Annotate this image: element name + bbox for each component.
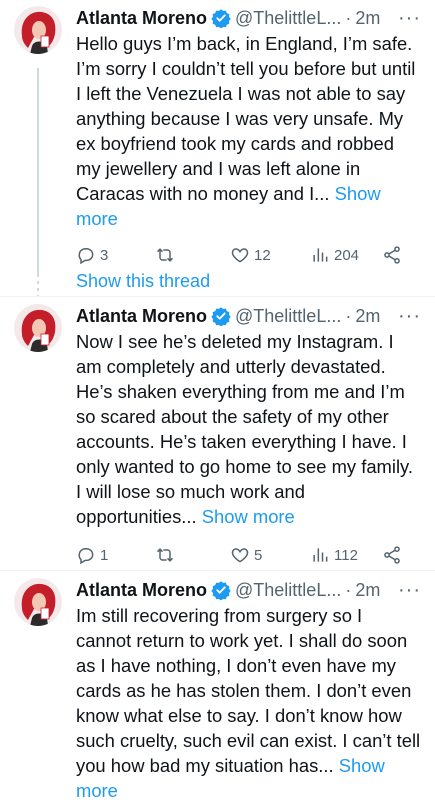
author-name[interactable]: Atlanta Moreno xyxy=(76,6,207,30)
avatar[interactable] xyxy=(14,304,62,352)
like-button[interactable]: 5 xyxy=(230,545,310,565)
more-options-icon[interactable]: ··· xyxy=(398,580,421,600)
verified-badge-icon xyxy=(211,581,231,600)
share-icon xyxy=(384,246,400,264)
verified-badge-icon xyxy=(211,307,231,326)
avatar-column xyxy=(14,304,62,352)
reply-button[interactable]: 1 xyxy=(76,545,155,565)
tweet-body: Im still recovering from surgery so I ca… xyxy=(76,605,421,776)
avatar-column xyxy=(14,6,62,54)
tweet-header: Atlanta Moreno @ThelittleL... · 2m ··· xyxy=(76,6,421,30)
like-button[interactable]: 12 xyxy=(230,245,310,265)
more-options-icon[interactable]: ··· xyxy=(398,306,421,326)
separator-dot: · xyxy=(345,306,352,326)
avatar[interactable] xyxy=(14,6,62,54)
views-button[interactable]: 112 xyxy=(310,545,382,565)
reply-button[interactable]: 3 xyxy=(76,245,155,265)
action-bar: 3 12 204 xyxy=(76,243,421,267)
reply-icon xyxy=(78,248,94,265)
heart-icon xyxy=(231,248,249,263)
timestamp[interactable]: 2m xyxy=(355,6,380,30)
tweet-text: Now I see he’s deleted my Instagram. I a… xyxy=(76,329,421,529)
views-chart-icon xyxy=(313,548,328,562)
timestamp[interactable]: 2m xyxy=(355,304,380,328)
retweet-icon xyxy=(156,248,174,262)
show-thread-link[interactable]: Show this thread xyxy=(76,271,210,292)
share-button[interactable] xyxy=(382,545,402,565)
separator-dot: · xyxy=(345,8,352,28)
divider xyxy=(0,296,435,297)
verified-badge-icon xyxy=(211,9,231,28)
timestamp[interactable]: 2m xyxy=(355,578,380,602)
author-name[interactable]: Atlanta Moreno xyxy=(76,304,207,328)
thread-line xyxy=(37,68,39,274)
share-button[interactable] xyxy=(382,245,402,265)
view-count: 204 xyxy=(334,246,360,264)
tweet[interactable]: Atlanta Moreno @ThelittleL... · 2m ··· H… xyxy=(0,6,435,267)
reply-count: 1 xyxy=(100,546,109,564)
like-count: 12 xyxy=(254,246,271,264)
tweet-body: Now I see he’s deleted my Instagram. I a… xyxy=(76,331,413,527)
views-button[interactable]: 204 xyxy=(310,245,382,265)
tweet-text: Im still recovering from surgery so I ca… xyxy=(76,603,421,803)
avatar[interactable] xyxy=(14,578,62,626)
author-handle[interactable]: @ThelittleL... xyxy=(235,578,341,602)
views-chart-icon xyxy=(313,248,328,262)
retweet-button[interactable] xyxy=(155,545,230,565)
tweet[interactable]: Atlanta Moreno @ThelittleL... · 2m ··· N… xyxy=(0,304,435,567)
share-icon xyxy=(384,546,400,564)
tweet-header: Atlanta Moreno @ThelittleL... · 2m ··· xyxy=(76,304,421,328)
tweet-header: Atlanta Moreno @ThelittleL... · 2m ··· xyxy=(76,578,421,602)
avatar-column xyxy=(14,578,62,626)
author-name[interactable]: Atlanta Moreno xyxy=(76,578,207,602)
retweet-button[interactable] xyxy=(155,245,230,265)
reply-icon xyxy=(78,548,94,565)
reply-count: 3 xyxy=(100,246,109,264)
heart-icon xyxy=(231,548,249,563)
divider xyxy=(0,570,435,571)
author-handle[interactable]: @ThelittleL... xyxy=(235,6,341,30)
view-count: 112 xyxy=(334,546,358,564)
tweet-text: Hello guys I’m back, in England, I’m saf… xyxy=(76,31,421,231)
separator-dot: · xyxy=(345,580,352,600)
more-options-icon[interactable]: ··· xyxy=(398,8,421,28)
tweet[interactable]: Atlanta Moreno @ThelittleL... · 2m ··· I… xyxy=(0,578,435,803)
thread-dotted-line xyxy=(37,274,39,296)
retweet-icon xyxy=(156,548,174,562)
like-count: 5 xyxy=(254,546,263,564)
author-handle[interactable]: @ThelittleL... xyxy=(235,304,341,328)
tweet-body: Hello guys I’m back, in England, I’m saf… xyxy=(76,33,416,204)
action-bar: 1 5 112 xyxy=(76,543,421,567)
show-more-link[interactable]: Show more xyxy=(202,506,295,527)
